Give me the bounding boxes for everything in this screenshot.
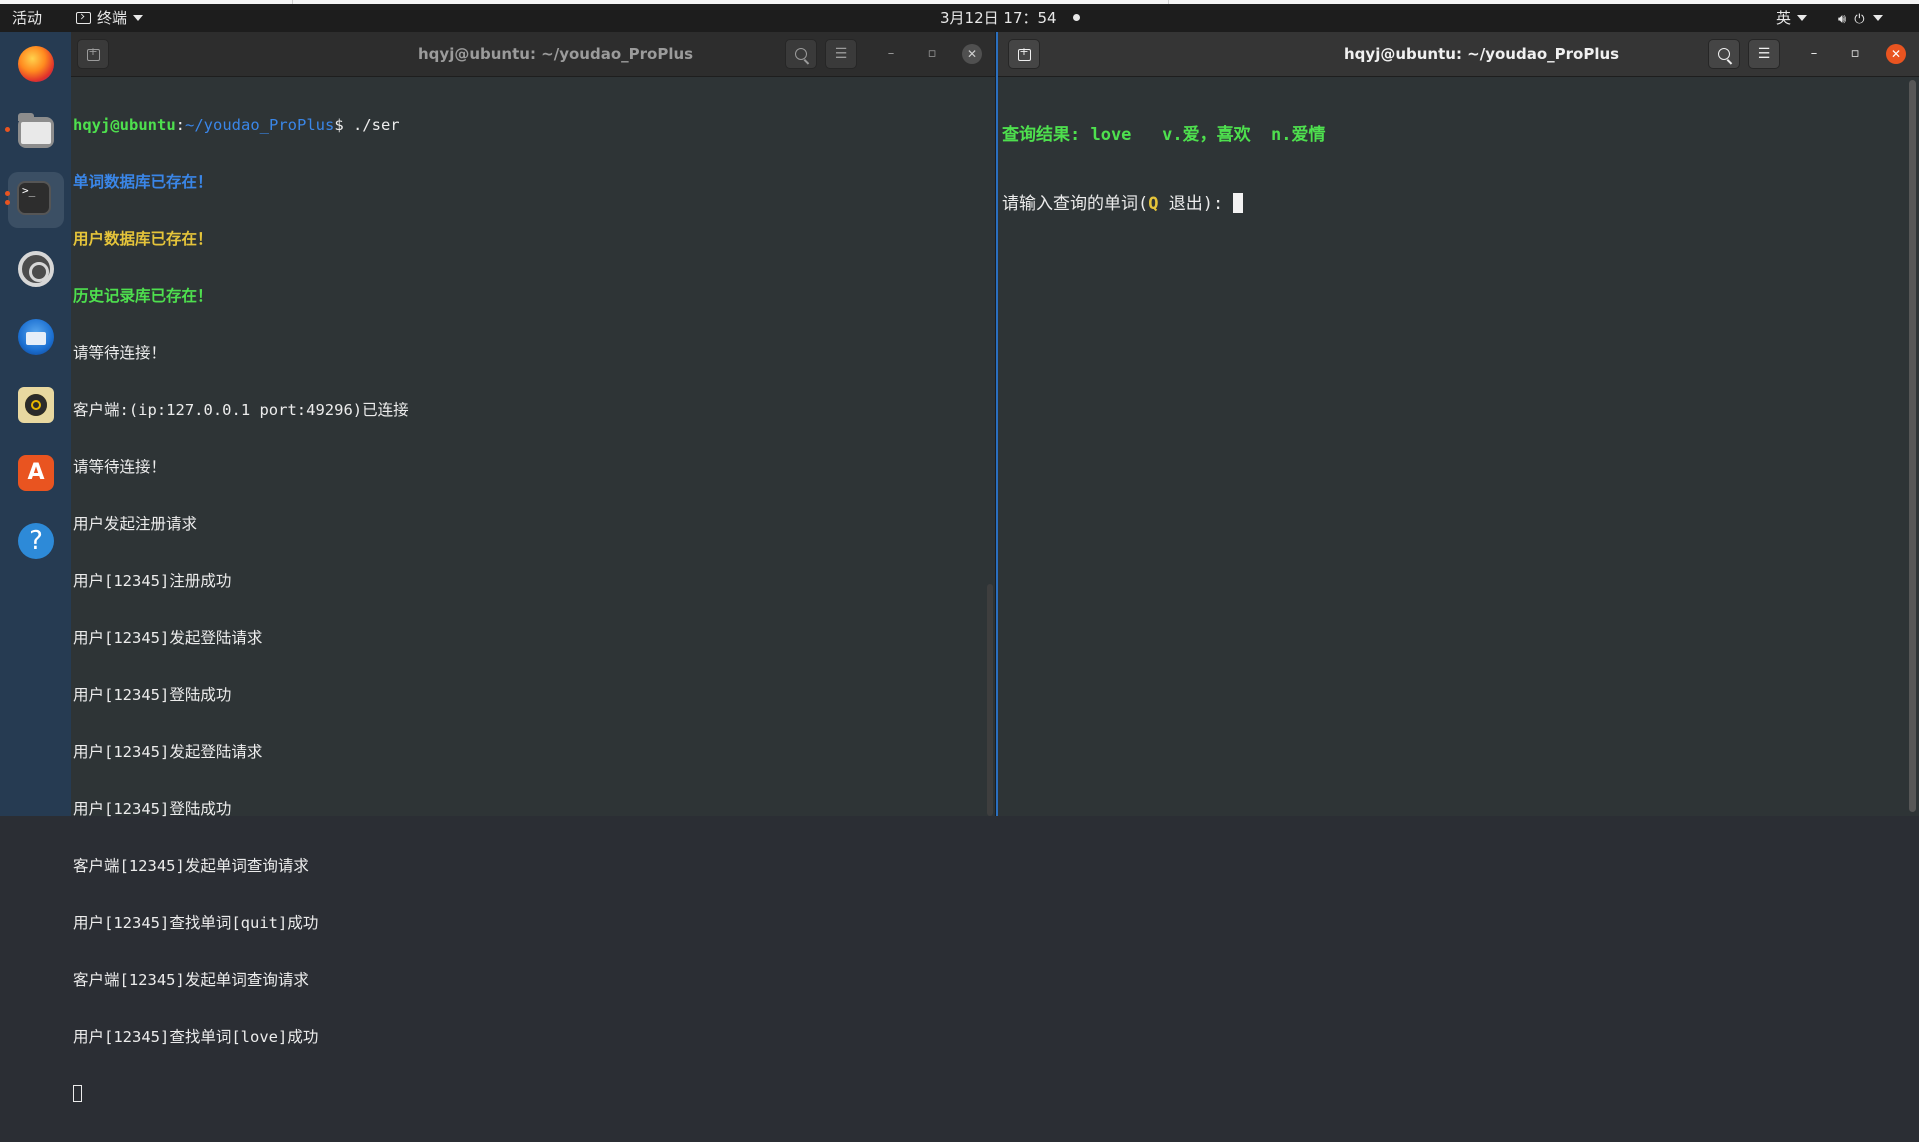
output-line: 单词数据库已存在！ <box>73 173 213 191</box>
prompt-line: hqyj@ubuntu:~/youdao_ProPlus$ ./ser <box>73 116 400 134</box>
search-icon <box>795 48 807 60</box>
terminal-window-server[interactable]: hqyj@ubuntu: ~/youdao_ProPlus ☰ – ▫ ✕ hq… <box>71 32 995 1102</box>
window-title: hqyj@ubuntu: ~/youdao_ProPlus <box>418 45 694 63</box>
input-prompt-prefix: 请输入查询的单词( <box>1002 194 1149 214</box>
activities-button[interactable]: 活动 <box>12 4 42 32</box>
minimize-button[interactable]: – <box>881 44 901 64</box>
terminal-output[interactable]: hqyj@ubuntu:~/youdao_ProPlus$ ./ser 单词数据… <box>73 78 977 1102</box>
new-tab-button[interactable] <box>77 39 109 69</box>
prompt-command: $ ./ser <box>334 116 400 134</box>
query-result-line: 查询结果: love v.爱，喜欢 n.爱情 <box>1002 125 1326 145</box>
search-button[interactable] <box>785 39 817 69</box>
output-line: 历史记录库已存在！ <box>73 287 213 305</box>
terminal-icon: >_ <box>17 181 51 215</box>
new-tab-icon <box>1017 45 1031 61</box>
prompt-path: ~/youdao_ProPlus <box>185 116 335 134</box>
dock-item-thunderbird[interactable] <box>8 309 64 365</box>
output-line: 用户[12345]查找单词[love]成功 <box>73 1028 319 1046</box>
app-menu[interactable]: 终端 <box>76 4 144 32</box>
close-button[interactable]: ✕ <box>962 44 982 64</box>
help-icon: ? <box>18 523 54 559</box>
dock-item-settings[interactable] <box>8 241 64 297</box>
thunderbird-icon <box>18 319 54 355</box>
terminal-output[interactable]: 查询结果: love v.爱，喜欢 n.爱情 请输入查询的单词(Q 退出): <box>1002 78 1901 816</box>
rhythmbox-icon <box>18 387 54 423</box>
terminal-icon <box>76 12 91 24</box>
top-bar: 活动 终端 3月12日 17：54 英 🔊︎ ⏻ <box>0 4 1919 32</box>
new-tab-icon <box>86 45 100 61</box>
dock: >_ A ? <box>0 32 71 816</box>
input-prompt-suffix: 退出): <box>1158 194 1234 214</box>
running-indicator <box>5 191 10 196</box>
output-line: 用户[12345]查找单词[quit]成功 <box>73 914 319 932</box>
input-prompt-line[interactable]: 请输入查询的单词(Q 退出): <box>1002 193 1901 216</box>
hamburger-icon: ☰ <box>834 46 848 62</box>
dock-item-help[interactable]: ? <box>8 513 64 569</box>
power-icon: ⏻ <box>1854 12 1865 27</box>
running-indicator <box>5 200 10 205</box>
firefox-icon <box>18 46 54 82</box>
scrollbar[interactable] <box>1909 80 1916 812</box>
terminal-cursor <box>1233 193 1244 213</box>
input-method-label: 英 <box>1776 9 1792 27</box>
menu-button[interactable]: ☰ <box>1748 39 1780 69</box>
cursor-line <box>73 1085 977 1104</box>
volume-icon: 🔊︎ <box>1838 12 1847 27</box>
header-bar: hqyj@ubuntu: ~/youdao_ProPlus ☰ – ▫ ✕ <box>71 32 995 77</box>
window-title: hqyj@ubuntu: ~/youdao_ProPlus <box>1344 45 1620 63</box>
chevron-down-icon <box>1797 15 1808 21</box>
hamburger-icon: ☰ <box>1757 46 1771 62</box>
settings-icon <box>18 251 54 287</box>
output-line: 用户发起注册请求 <box>73 515 198 533</box>
prompt-user: hqyj@ubuntu <box>73 116 176 134</box>
dock-item-software[interactable]: A <box>8 445 64 501</box>
search-button[interactable] <box>1708 39 1740 69</box>
close-button[interactable]: ✕ <box>1886 44 1906 64</box>
output-line: 用户[12345]发起登陆请求 <box>73 629 263 647</box>
output-line: 用户[12345]发起登陆请求 <box>73 743 263 761</box>
header-bar: hqyj@ubuntu: ~/youdao_ProPlus ☰ – ▫ ✕ <box>998 32 1919 77</box>
app-menu-label: 终端 <box>97 9 128 27</box>
dock-item-firefox[interactable] <box>8 36 64 92</box>
clock[interactable]: 3月12日 17：54 <box>940 4 1080 32</box>
input-prompt-quit-key: Q <box>1148 194 1159 214</box>
maximize-button[interactable]: ▫ <box>1845 44 1865 64</box>
files-icon <box>18 113 54 148</box>
system-menu[interactable]: 🔊︎ ⏻ <box>1838 4 1891 32</box>
new-tab-button[interactable] <box>1008 39 1040 69</box>
chevron-down-icon <box>133 15 144 21</box>
running-indicator <box>5 127 10 132</box>
output-line: 用户[12345]登陆成功 <box>73 686 232 704</box>
output-line: 用户数据库已存在！ <box>73 230 213 248</box>
terminal-window-client[interactable]: hqyj@ubuntu: ~/youdao_ProPlus ☰ – ▫ ✕ 查询… <box>998 32 1919 816</box>
dock-item-files[interactable] <box>5 104 64 160</box>
output-line: 请等待连接！ <box>73 458 167 476</box>
dock-item-terminal[interactable]: >_ <box>5 172 64 228</box>
search-icon <box>1718 48 1730 60</box>
output-line: 用户[12345]登陆成功 <box>73 800 232 818</box>
output-line: 请等待连接！ <box>73 344 167 362</box>
dock-item-rhythmbox[interactable] <box>8 377 64 433</box>
clock-label: 3月12日 17：54 <box>940 9 1057 27</box>
chevron-down-icon <box>1872 15 1883 21</box>
output-line: 用户[12345]注册成功 <box>73 572 232 590</box>
output-line: 客户端:(ip:127.0.0.1 port:49296)已连接 <box>73 401 409 419</box>
output-line: 客户端[12345]发起单词查询请求 <box>73 857 309 875</box>
scrollbar[interactable] <box>987 584 993 816</box>
notification-dot-icon <box>1072 14 1080 21</box>
minimize-button[interactable]: – <box>1804 44 1824 64</box>
software-store-icon: A <box>18 455 54 491</box>
menu-button[interactable]: ☰ <box>825 39 857 69</box>
terminal-cursor <box>73 1085 82 1102</box>
input-method-indicator[interactable]: 英 <box>1776 4 1808 32</box>
output-line: 客户端[12345]发起单词查询请求 <box>73 971 309 989</box>
maximize-button[interactable]: ▫ <box>922 44 942 64</box>
